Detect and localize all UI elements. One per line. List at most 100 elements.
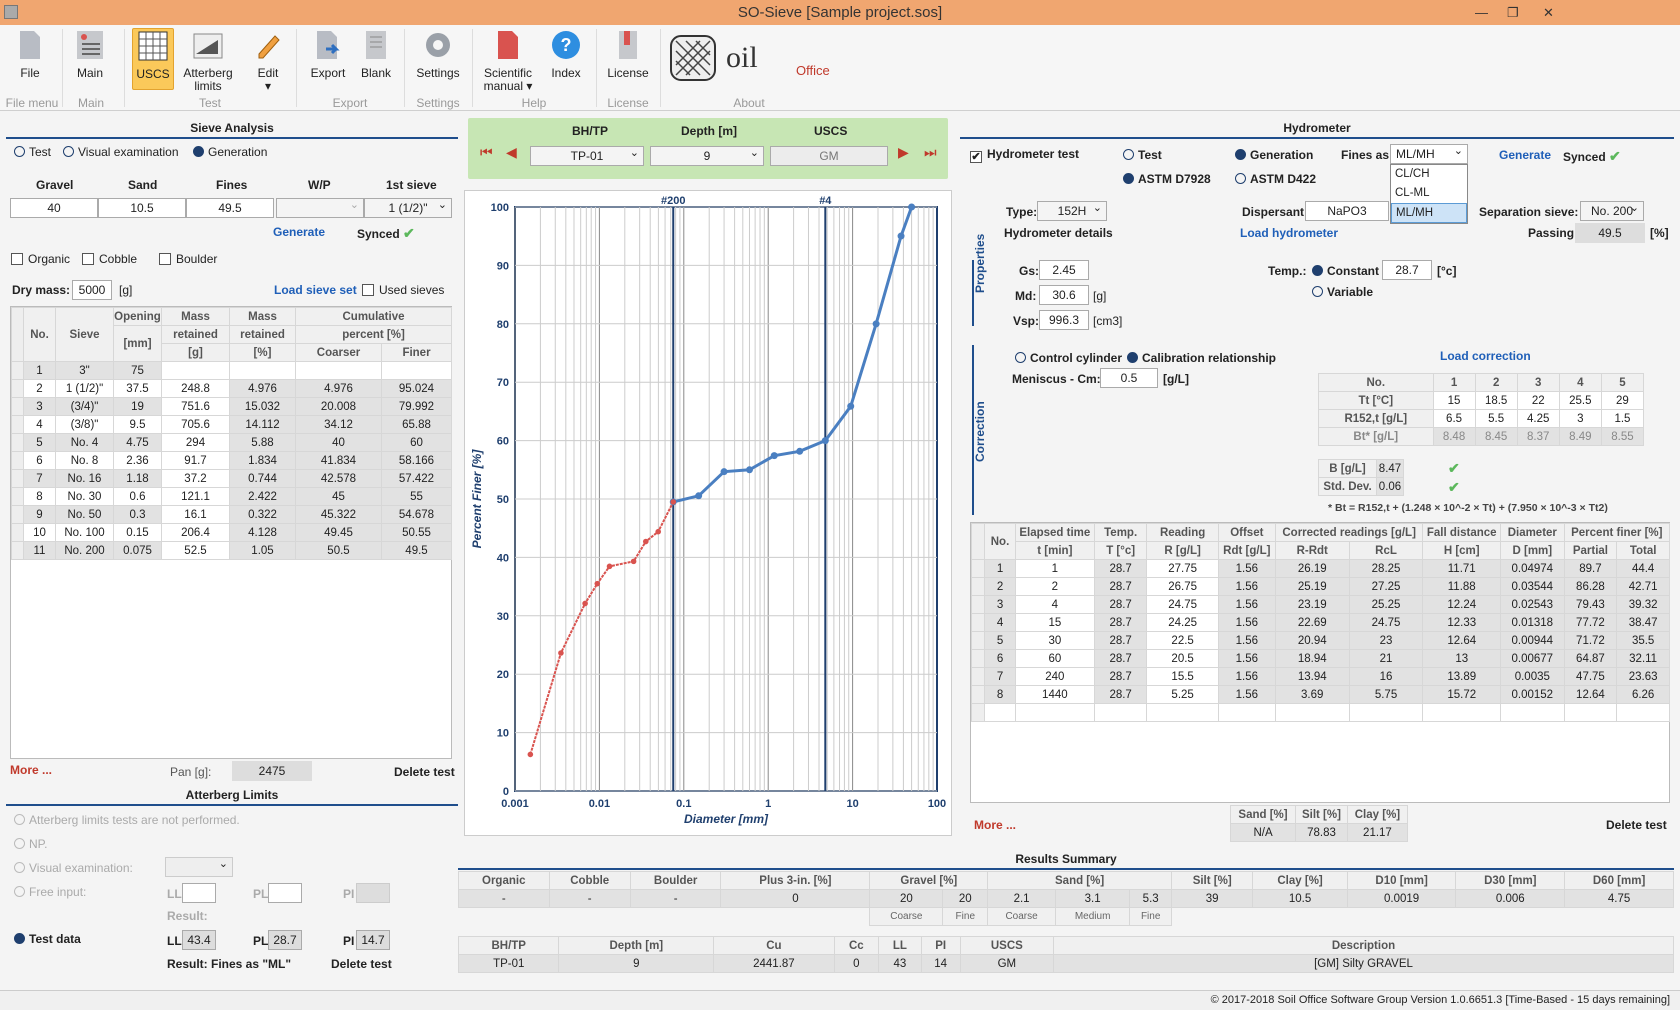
control-cylinder-radio[interactable]: Control cylinder [1015,351,1122,365]
last-record-icon[interactable]: ⏭ [924,144,937,161]
corr-cell[interactable]: 18.5 [1474,391,1518,410]
sieve-cell[interactable]: 121.1 [161,487,230,506]
hydro-delete-button[interactable]: Delete test [1606,818,1667,832]
atterberg-not-performed-radio[interactable]: Atterberg limits tests are not performed… [14,813,240,827]
corr-cell[interactable]: 1.5 [1600,409,1645,428]
hydro-cell[interactable]: 2 [1014,577,1095,596]
wp-select[interactable] [276,196,364,218]
mode-test-radio[interactable]: Test [14,145,51,159]
mode-generation-radio[interactable]: Generation [193,145,267,159]
hydro-cell[interactable]: 15 [1014,613,1095,632]
sieve-cell[interactable]: 206.4 [161,523,230,542]
sieve-cell[interactable]: 705.6 [161,415,230,434]
atterberg-delete-button[interactable]: Delete test [331,957,392,971]
dispersant-input[interactable]: NaPO3 [1305,201,1389,221]
sieve-cell[interactable]: 751.6 [161,397,230,416]
sieve-cell[interactable] [161,361,230,380]
fines-input[interactable]: 49.5 [186,198,274,218]
gs-input[interactable]: 2.45 [1039,260,1089,280]
mode-visual-radio[interactable]: Visual examination [63,145,179,159]
used-sieves-checkbox[interactable]: Used sieves [362,283,444,297]
corr-cell[interactable]: 22 [1516,391,1560,410]
corr-cell[interactable]: 5.5 [1474,409,1518,428]
sieve-more-link[interactable]: More ... [10,763,52,777]
astm-d7928-radio[interactable]: ASTM D7928 [1123,172,1211,186]
close-icon[interactable]: ✕ [1543,0,1554,25]
dropdown-option-clml[interactable]: CL-ML [1391,184,1467,203]
sieve-cell[interactable]: 37.2 [161,469,230,488]
sieve-cell[interactable]: 16.1 [161,505,230,524]
sieve-generate-button[interactable]: Generate [273,225,325,239]
atterberg-visual-radio[interactable]: Visual examination: [14,861,133,875]
cobble-checkbox[interactable]: Cobble [82,252,137,266]
organic-checkbox[interactable]: Organic [11,252,70,266]
hydro-cell[interactable]: 5.25 [1146,685,1219,704]
astm-d422-radio[interactable]: ASTM D422 [1235,172,1316,186]
export-button[interactable]: Export [308,28,348,80]
main-button[interactable]: Main [68,28,112,80]
corr-cell[interactable]: 6.5 [1432,409,1476,428]
dropdown-option-clch[interactable]: CL/CH [1391,165,1467,184]
hydro-more-link[interactable]: More ... [974,818,1016,832]
hydro-generation-radio[interactable]: Generation [1235,148,1313,162]
atterberg-button[interactable]: Atterberg limits [180,28,236,93]
hydro-cell[interactable]: 1 [1014,559,1095,578]
load-hydrometer-button[interactable]: Load hydrometer [1240,226,1338,240]
index-button[interactable]: ? Index [546,28,586,80]
restore-icon[interactable]: ❐ [1507,0,1519,25]
edit-button[interactable]: Edit ▾ [248,28,288,93]
hydro-cell[interactable]: 1440 [1014,685,1095,704]
sieve-delete-button[interactable]: Delete test [394,765,455,779]
boulder-checkbox[interactable]: Boulder [159,252,217,266]
next-record-icon[interactable]: ▶ [898,144,909,161]
hydrometer-type-select[interactable]: 152H [1037,199,1107,221]
sieve-cell[interactable]: 91.7 [161,451,230,470]
hydro-cell[interactable]: 24.75 [1146,595,1219,614]
load-sieve-set-button[interactable]: Load sieve set [274,283,357,297]
sieve-cell[interactable]: 52.5 [161,541,230,560]
minimize-icon[interactable]: — [1475,0,1488,25]
corr-cell[interactable]: 25.5 [1558,391,1602,410]
depth-select[interactable]: 9 [650,144,764,166]
md-input[interactable]: 30.6 [1039,285,1089,305]
temp-constant-radio[interactable]: Constant [1312,264,1379,278]
hydro-cell[interactable]: 26.75 [1146,577,1219,596]
atterberg-np-radio[interactable]: NP. [14,837,47,851]
prev-record-icon[interactable]: ◀ [506,144,517,161]
hydro-cell[interactable]: 60 [1014,649,1095,668]
meniscus-input[interactable]: 0.5 [1100,368,1158,388]
free-ll-input[interactable] [182,883,216,903]
settings-button[interactable]: Settings [414,28,462,80]
first-record-icon[interactable]: ⏮ [480,144,493,161]
hydro-cell[interactable]: 240 [1014,667,1095,686]
atterberg-free-input-radio[interactable]: Free input: [14,885,86,899]
fines-as-select[interactable]: ML/MH [1390,142,1468,164]
free-pl-input[interactable] [268,883,302,903]
file-button[interactable]: File [8,28,52,80]
corr-cell[interactable]: 29 [1600,391,1645,410]
sieve-cell[interactable]: 248.8 [161,379,230,398]
corr-cell[interactable]: 3 [1558,409,1602,428]
hydro-test-radio[interactable]: Test [1123,148,1162,162]
atterberg-visual-select[interactable] [165,855,233,877]
scientific-manual-button[interactable]: Scientific manual ▾ [480,28,536,93]
sieve-cell[interactable]: 294 [161,433,230,452]
temp-variable-radio[interactable]: Variable [1312,285,1373,299]
atterberg-test-data-radio[interactable]: Test data [14,932,81,946]
corr-cell[interactable]: 4.25 [1516,409,1560,428]
vsp-input[interactable]: 996.3 [1039,310,1089,330]
hydro-cell[interactable]: 22.5 [1146,631,1219,650]
hydro-cell[interactable]: 20.5 [1146,649,1219,668]
calibration-radio[interactable]: Calibration relationship [1127,351,1276,365]
temp-input[interactable]: 28.7 [1382,260,1432,280]
license-button[interactable]: License [604,28,652,80]
gravel-input[interactable]: 40 [10,198,98,218]
hydro-cell[interactable]: 27.75 [1146,559,1219,578]
blank-button[interactable]: Blank [356,28,396,80]
hydrometer-test-checkbox[interactable]: ✔ Hydrometer test [970,147,1079,163]
hydro-cell[interactable]: 30 [1014,631,1095,650]
sand-input[interactable]: 10.5 [98,198,186,218]
hydro-generate-button[interactable]: Generate [1499,148,1551,162]
hydro-cell[interactable]: 4 [1014,595,1095,614]
corr-cell[interactable]: 15 [1432,391,1476,410]
